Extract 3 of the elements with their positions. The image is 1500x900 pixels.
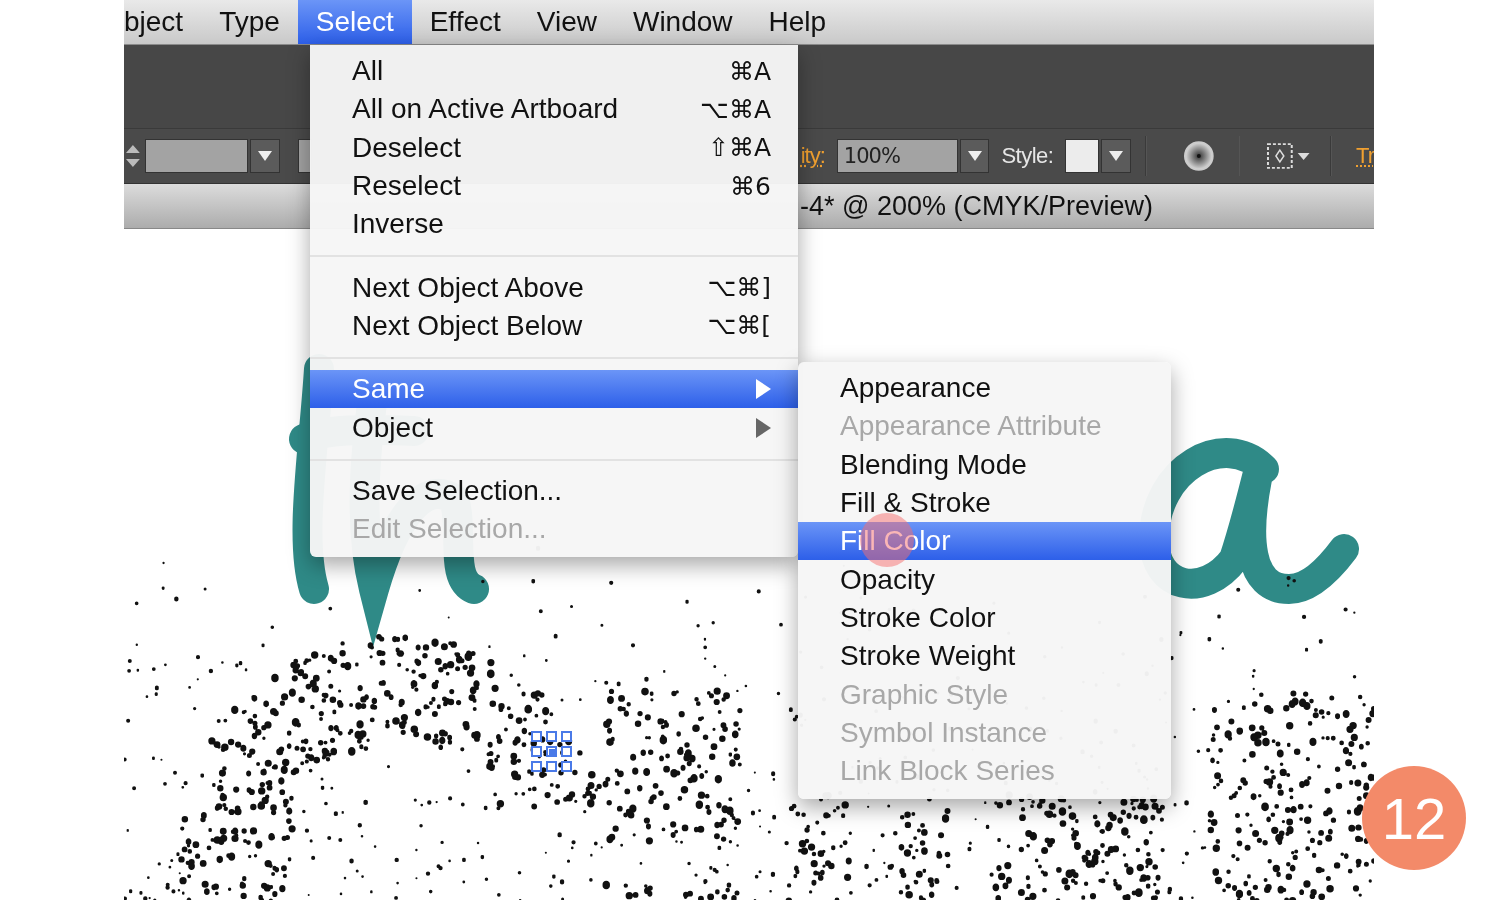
step-badge: 12 — [1362, 766, 1466, 870]
style-label: Style: — [1001, 143, 1054, 169]
document-title: -4* @ 200% (CMYK/Preview) — [800, 190, 1153, 222]
